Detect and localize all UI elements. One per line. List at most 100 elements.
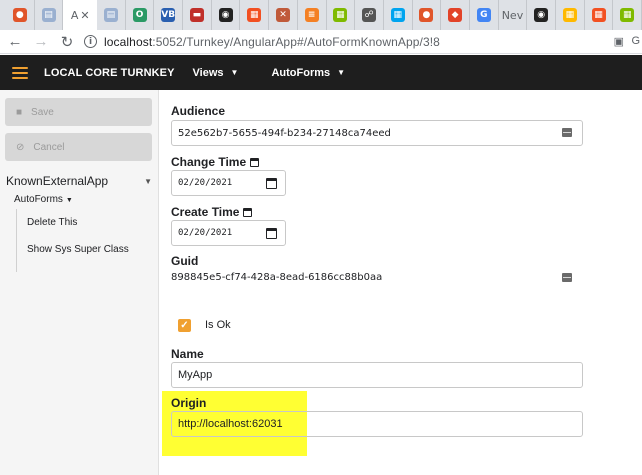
google-account-icon[interactable]: G [631, 35, 640, 47]
new-tab-favicon: Nev [501, 8, 524, 22]
browser-tab[interactable]: ◉ [212, 0, 241, 30]
change-time-label-text: Change Time [171, 155, 247, 169]
tree-node-autoforms[interactable]: AutoForms ▼ [14, 194, 73, 205]
browser-tab[interactable]: ☍ [355, 0, 384, 30]
back-arrow-icon[interactable]: ← [4, 31, 26, 53]
is-ok-checkbox[interactable]: ✓ [178, 319, 191, 332]
address-bar[interactable]: i localhost:5052/Turnkey/AngularApp#/Aut… [84, 31, 604, 53]
browser-tab[interactable]: ▦ [240, 0, 270, 30]
change-time-label: Change Time [171, 155, 260, 169]
browser-tab[interactable]: ▦ [327, 0, 356, 30]
app-brand-title: LOCAL CORE TURNKEY [44, 66, 175, 79]
url-text[interactable]: localhost:5052/Turnkey/AngularApp#/AutoF… [104, 35, 440, 49]
github-favicon: ◉ [218, 8, 233, 22]
change-time-field[interactable]: 02/20/2021 [171, 170, 286, 196]
browser-tab-strip: ● ▤ A ✕ ▤ O VB ▬ ◉ ▦ ✕ ≡ ▦ ☍ ▦ ● ◆ G Nev ◉ ▦ ▦ ▦ [0, 0, 642, 30]
tools-favicon: ✕ [275, 8, 290, 22]
save-button-label: Save [31, 106, 54, 118]
page-favicon: ▤ [41, 8, 56, 22]
microsoft-favicon: ▦ [247, 8, 262, 22]
browser-tab[interactable]: ● [413, 0, 442, 30]
browser-tab[interactable]: ● [6, 0, 35, 30]
chat-favicon: ☍ [362, 8, 377, 22]
page-favicon: ▤ [103, 8, 118, 22]
google-favicon: G [476, 8, 491, 22]
keyboard-icon[interactable] [562, 128, 572, 137]
change-time-value: 02/20/2021 [178, 178, 233, 188]
browser-tab[interactable]: G [470, 0, 499, 30]
name-label: Name [171, 347, 204, 361]
guid-label: Guid [171, 254, 199, 268]
browser-tab[interactable]: ✕ [269, 0, 298, 30]
browser-tab[interactable]: VB [154, 0, 184, 30]
microsoft-favicon: ▦ [562, 8, 577, 22]
save-button[interactable]: ■ Save [5, 98, 152, 126]
gitlab-favicon: ◆ [448, 8, 463, 22]
audience-field[interactable]: 52e562b7-5655-494f-b234-27148ca74eed [171, 120, 583, 146]
browser-tab[interactable]: O [126, 0, 155, 30]
autoforms-menu-label: AutoForms [271, 66, 331, 79]
github-favicon: ◉ [534, 8, 549, 22]
create-time-field[interactable]: 02/20/2021 [171, 220, 286, 246]
browser-tab[interactable]: ▤ [35, 0, 64, 30]
menu-hamburger-icon[interactable] [12, 66, 28, 79]
close-tab-icon[interactable]: ✕ [80, 9, 89, 22]
browser-tab[interactable]: ◆ [441, 0, 470, 30]
browser-tab[interactable]: ▦ [384, 0, 413, 30]
caret-down-icon[interactable]: ▼ [144, 177, 152, 188]
views-menu-label: Views [192, 66, 224, 79]
views-menu[interactable]: Views ▼ [193, 67, 239, 79]
guid-value: 898845e5-cf74-428a-8ead-6186cc88b0aa [171, 272, 383, 283]
keyboard-icon[interactable] [562, 273, 572, 282]
sidebar-item-show-sys-super-class[interactable]: Show Sys Super Class [27, 244, 129, 255]
translate-icon[interactable]: ▣ [614, 35, 624, 48]
reload-icon[interactable]: ↻ [56, 31, 78, 53]
create-time-label-text: Create Time [171, 205, 240, 219]
vb-favicon: VB [161, 8, 176, 22]
main-form: Audience 52e562b7-5655-494f-b234-27148ca… [160, 90, 642, 475]
create-time-label: Create Time [171, 205, 253, 219]
red-app-favicon: ▬ [189, 8, 204, 22]
browser-toolbar: ← → ↻ i localhost:5052/Turnkey/AngularAp… [0, 30, 642, 54]
tree-root-label: KnownExternalApp [6, 174, 109, 188]
name-field[interactable]: MyApp [171, 362, 583, 388]
caret-down-icon: ▼ [337, 68, 346, 77]
browser-tab[interactable]: A ✕ [63, 0, 97, 30]
tree-node-autoforms-label: AutoForms [14, 194, 63, 205]
tree-connector-line [16, 209, 17, 272]
microsoft-favicon: ▦ [333, 8, 348, 22]
create-time-value: 02/20/2021 [178, 228, 233, 238]
calendar-picker-icon[interactable] [266, 178, 277, 189]
site-info-icon[interactable]: i [84, 35, 97, 48]
caret-down-icon: ▼ [230, 68, 239, 77]
calendar-picker-icon[interactable] [266, 228, 277, 239]
microsoft-favicon: ▦ [591, 8, 606, 22]
sidebar-item-delete-this[interactable]: Delete This [27, 217, 77, 228]
browser-tab[interactable]: ▦ [613, 0, 642, 30]
tree-root-known-external-app[interactable]: KnownExternalApp ▼ [6, 174, 152, 188]
cancel-button-label: Cancel [33, 141, 65, 153]
is-ok-label: Is Ok [205, 319, 231, 331]
floppy-disk-icon: ■ [16, 106, 23, 118]
url-path: :5052/Turnkey/AngularApp#/AutoFormKnownA… [152, 34, 440, 49]
microsoft-favicon: ▦ [620, 8, 635, 22]
autoforms-menu[interactable]: AutoForms ▼ [271, 67, 345, 79]
browser-tab[interactable]: ≡ [298, 0, 327, 30]
browser-tab[interactable]: Nev [499, 0, 528, 30]
browser-tab[interactable]: ▦ [585, 0, 614, 30]
edge-favicon: O [132, 8, 147, 22]
browser-tab[interactable]: ▤ [97, 0, 126, 30]
audience-value: 52e562b7-5655-494f-b234-27148ca74eed [178, 127, 391, 139]
cancel-circle-icon: ⊘ [16, 141, 25, 153]
forward-arrow-icon[interactable]: → [30, 31, 52, 53]
cancel-button[interactable]: ⊘ Cancel [5, 133, 152, 161]
browser-tab[interactable]: ▦ [556, 0, 585, 30]
browser-tab[interactable]: ◉ [527, 0, 556, 30]
origin-value: http://localhost:62031 [178, 418, 283, 430]
browser-tab[interactable]: ▬ [183, 0, 212, 30]
stackoverflow-favicon: ≡ [304, 8, 319, 22]
calendar-icon [250, 157, 260, 167]
sidebar: ■ Save ⊘ Cancel KnownExternalApp ▼ AutoF… [0, 90, 159, 475]
calendar-icon [243, 207, 253, 217]
origin-field[interactable]: http://localhost:62031 [171, 411, 583, 437]
